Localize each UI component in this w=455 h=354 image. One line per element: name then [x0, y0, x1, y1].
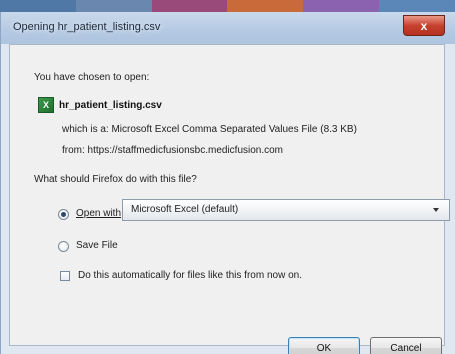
open-with-radio[interactable] [58, 209, 69, 220]
excel-file-icon-glyph: X [42, 100, 49, 110]
close-button[interactable]: x [403, 15, 445, 36]
file-type-text: which is a: Microsoft Excel Comma Separa… [62, 124, 357, 135]
intro-text: You have chosen to open: [34, 72, 150, 83]
ok-button[interactable]: OK [288, 337, 360, 354]
action-question: What should Firefox do with this file? [34, 174, 197, 185]
file-row: X hr_patient_listing.csv [38, 97, 162, 113]
excel-file-icon: X [38, 97, 54, 113]
open-with-label[interactable]: Open with [76, 208, 121, 219]
file-source-text: from: https://staffmedicfusionsbc.medicf… [62, 145, 284, 156]
application-select[interactable]: Microsoft Excel (default) [122, 199, 450, 221]
chevron-down-icon[interactable] [433, 208, 439, 212]
file-name: hr_patient_listing.csv [59, 99, 162, 111]
dialog-body: You have chosen to open: X hr_patient_li… [9, 44, 450, 354]
auto-action-checkbox[interactable] [60, 271, 70, 281]
save-file-label[interactable]: Save File [76, 240, 118, 251]
close-icon: x [420, 18, 428, 33]
save-file-radio[interactable] [58, 241, 69, 252]
application-select-value: Microsoft Excel (default) [131, 204, 239, 215]
dialog-title: Opening hr_patient_listing.csv [13, 21, 161, 33]
auto-action-label[interactable]: Do this automatically for files like thi… [78, 270, 302, 281]
cancel-button[interactable]: Cancel [370, 337, 442, 354]
dialog-titlebar[interactable]: Opening hr_patient_listing.csv x [1, 12, 455, 44]
open-file-dialog: Opening hr_patient_listing.csv x You hav… [0, 12, 455, 354]
